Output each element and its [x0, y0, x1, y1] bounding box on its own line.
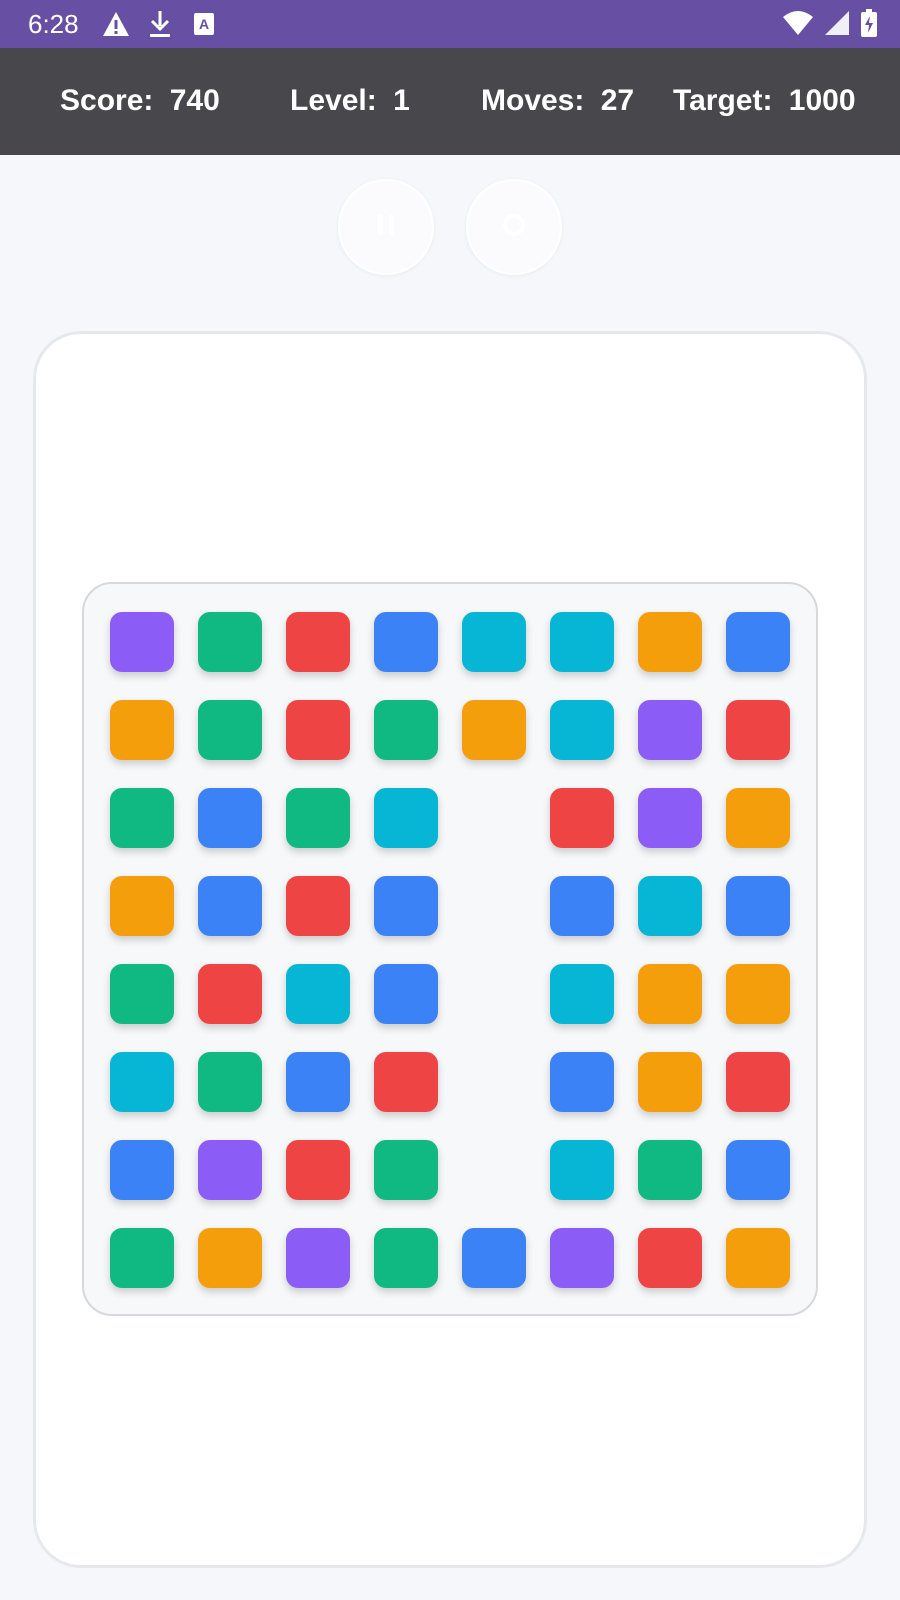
tile-orange[interactable]: [638, 612, 702, 672]
tile-green[interactable]: [638, 1140, 702, 1200]
tile-blue[interactable]: [726, 876, 790, 936]
tile-purple[interactable]: [638, 700, 702, 760]
moves-label: Moves:: [481, 84, 585, 117]
tile-blue[interactable]: [110, 1140, 174, 1200]
tile-cyan[interactable]: [286, 964, 350, 1024]
target-display: Target: 1000: [673, 84, 856, 118]
tile-orange[interactable]: [726, 788, 790, 848]
tile-blue[interactable]: [550, 876, 614, 936]
tile-blue[interactable]: [198, 876, 262, 936]
tile-green[interactable]: [198, 612, 262, 672]
level-label: Level:: [290, 84, 377, 117]
tile-cyan[interactable]: [550, 612, 614, 672]
tile-green[interactable]: [110, 788, 174, 848]
tile-purple[interactable]: [638, 788, 702, 848]
tile-red[interactable]: [726, 700, 790, 760]
status-right: [782, 8, 878, 43]
level-value: 1: [393, 84, 410, 117]
tile-cyan[interactable]: [550, 964, 614, 1024]
tile-red[interactable]: [286, 876, 350, 936]
tile-green[interactable]: [374, 700, 438, 760]
tile-blue[interactable]: [286, 1052, 350, 1112]
warning-icon: [101, 9, 131, 39]
tile-orange[interactable]: [198, 1228, 262, 1288]
status-time: 6:28: [28, 8, 79, 39]
tile-green[interactable]: [374, 1228, 438, 1288]
tile-green[interactable]: [198, 700, 262, 760]
tile-orange[interactable]: [110, 700, 174, 760]
wifi-icon: [782, 9, 814, 42]
moves-display: Moves: 27: [481, 84, 634, 118]
tile-orange[interactable]: [726, 964, 790, 1024]
moves-value: 27: [600, 84, 635, 117]
tile-red[interactable]: [550, 788, 614, 848]
tile-red[interactable]: [374, 1052, 438, 1112]
tile-green[interactable]: [374, 1140, 438, 1200]
game-board: [82, 582, 818, 1316]
tile-cyan[interactable]: [462, 612, 526, 672]
tile-blue[interactable]: [726, 612, 790, 672]
tile-red[interactable]: [286, 612, 350, 672]
tile-orange[interactable]: [638, 1052, 702, 1112]
font-icon: A: [189, 9, 219, 39]
pause-icon: [371, 210, 401, 245]
tile-cyan[interactable]: [638, 876, 702, 936]
target-label: Target:: [673, 84, 773, 117]
tile-blue[interactable]: [374, 612, 438, 672]
tile-orange[interactable]: [462, 700, 526, 760]
tile-blue[interactable]: [726, 1140, 790, 1200]
download-icon: [145, 9, 175, 39]
tile-green[interactable]: [110, 1228, 174, 1288]
signal-icon: [824, 9, 850, 42]
tile-green[interactable]: [286, 788, 350, 848]
tile-green[interactable]: [110, 964, 174, 1024]
level-display: Level: 1: [290, 84, 410, 118]
score-display: Score: 740: [60, 84, 220, 118]
tile-blue[interactable]: [374, 876, 438, 936]
tile-red[interactable]: [638, 1228, 702, 1288]
battery-icon: [860, 8, 878, 43]
tile-purple[interactable]: [550, 1228, 614, 1288]
tile-red[interactable]: [286, 1140, 350, 1200]
tile-blue[interactable]: [374, 964, 438, 1024]
tile-red[interactable]: [726, 1052, 790, 1112]
tile-red[interactable]: [286, 700, 350, 760]
tile-blue[interactable]: [462, 1228, 526, 1288]
game-hud: Score: 740 Level: 1 Moves: 27 Target: 10…: [0, 48, 900, 155]
pause-button[interactable]: [338, 179, 434, 275]
tile-cyan[interactable]: [550, 1140, 614, 1200]
tile-cyan[interactable]: [550, 700, 614, 760]
restart-button[interactable]: [466, 179, 562, 275]
tile-red[interactable]: [198, 964, 262, 1024]
tile-cyan[interactable]: [110, 1052, 174, 1112]
score-value: 740: [169, 84, 220, 117]
tile-blue[interactable]: [550, 1052, 614, 1112]
tile-purple[interactable]: [198, 1140, 262, 1200]
tile-cyan[interactable]: [374, 788, 438, 848]
svg-text:A: A: [199, 16, 209, 32]
tile-orange[interactable]: [726, 1228, 790, 1288]
target-value: 1000: [788, 84, 856, 117]
status-bar: 6:28 A: [0, 0, 900, 48]
tile-purple[interactable]: [286, 1228, 350, 1288]
tile-orange[interactable]: [110, 876, 174, 936]
tile-green[interactable]: [198, 1052, 262, 1112]
tile-blue[interactable]: [198, 788, 262, 848]
tile-orange[interactable]: [638, 964, 702, 1024]
restart-icon: [499, 210, 529, 245]
tile-purple[interactable]: [110, 612, 174, 672]
score-label: Score:: [60, 84, 154, 117]
